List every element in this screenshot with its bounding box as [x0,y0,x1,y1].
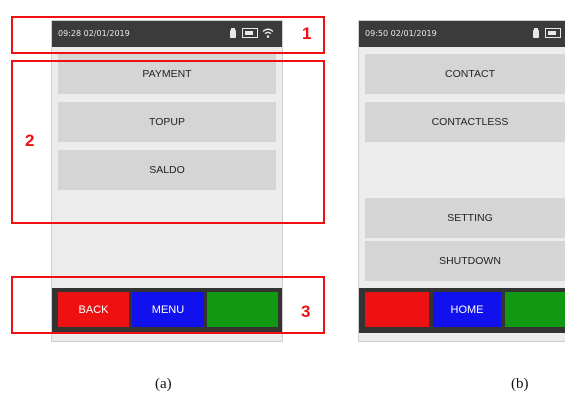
status-bar: 09:50 02/01/2019 [359,21,565,47]
highlight-box-3 [11,276,325,334]
contact-button[interactable]: CONTACT [365,54,565,94]
home-button[interactable]: HOME [433,292,501,327]
annotation-label-3: 3 [301,302,311,321]
bottom-bar: HOME [359,288,565,333]
status-time: 09:50 02/01/2019 [365,29,437,38]
screen-b: 09:50 02/01/2019 CONTACT CONTACTLESS SET… [358,20,565,342]
annotation-label-1: 1 [302,24,312,43]
caption-a: (a) [155,376,172,392]
annotation-label-2: 2 [25,131,35,150]
highlight-box-2 [11,60,325,224]
highlight-box-1 [11,16,325,54]
sim-card-icon [545,28,561,38]
caption-b: (b) [511,376,529,392]
green-button[interactable] [505,292,565,327]
battery-icon [533,28,539,38]
contactless-button[interactable]: CONTACTLESS [365,102,565,142]
red-button[interactable] [365,292,429,327]
shutdown-button[interactable]: SHUTDOWN [365,241,565,281]
setting-button[interactable]: SETTING [365,198,565,238]
